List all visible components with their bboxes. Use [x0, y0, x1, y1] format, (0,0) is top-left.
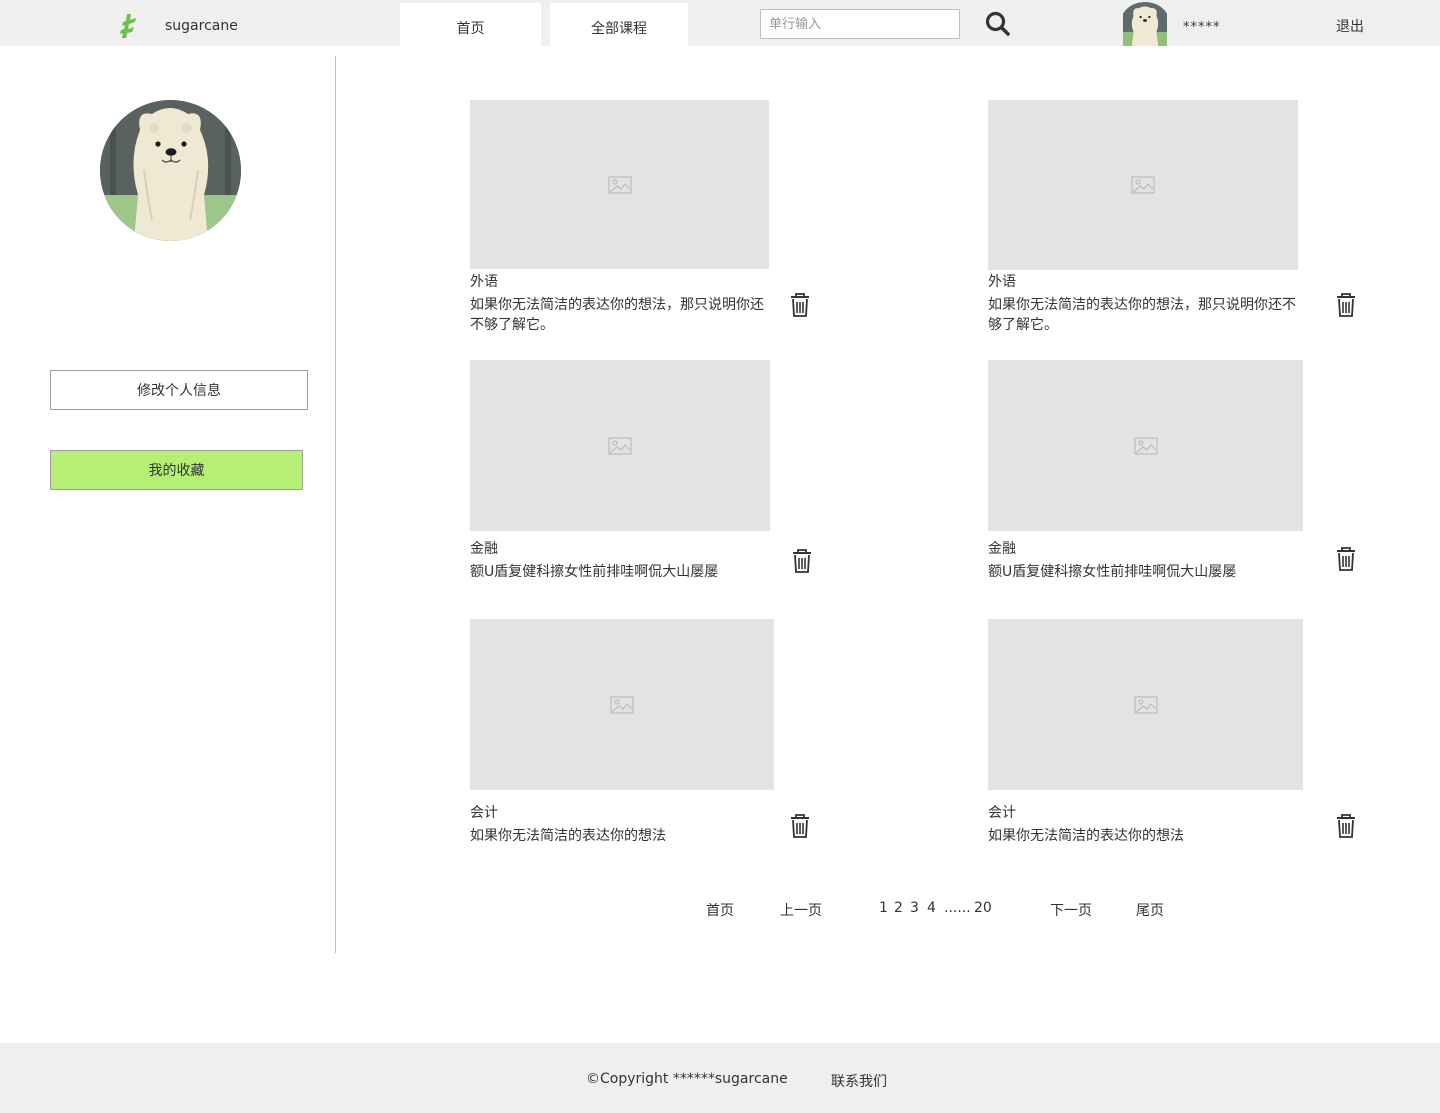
pagination-first[interactable]: 首页: [706, 900, 734, 920]
course-card-category: 外语: [988, 274, 1016, 290]
logo-icon[interactable]: [120, 14, 138, 38]
image-placeholder-icon: [1133, 436, 1158, 455]
trash-icon[interactable]: [1335, 814, 1357, 838]
tab-home-label: 首页: [456, 20, 485, 37]
tab-home[interactable]: 首页: [400, 3, 541, 46]
pagination-page-3[interactable]: 3: [910, 900, 919, 916]
tab-all-courses-label: 全部课程: [591, 20, 647, 37]
pagination-prev[interactable]: 上一页: [780, 900, 822, 920]
course-card-category: 外语: [470, 274, 498, 290]
trash-icon[interactable]: [791, 549, 813, 573]
course-card-description: 如果你无法简洁的表达你的想法: [988, 828, 1184, 844]
image-placeholder-icon: [607, 175, 632, 194]
tab-all-courses[interactable]: 全部课程: [550, 3, 688, 46]
my-favorites-label: 我的收藏: [148, 463, 205, 479]
course-card-category: 会计: [470, 805, 498, 821]
edit-profile-label: 修改个人信息: [137, 383, 221, 399]
footer: ©Copyright ******sugarcane 联系我们: [0, 1043, 1440, 1113]
sidebar-divider: [335, 56, 336, 953]
pagination-end[interactable]: 尾页: [1136, 900, 1164, 920]
logout-link[interactable]: 退出: [1336, 16, 1364, 36]
course-card-category: 金融: [988, 541, 1016, 557]
pagination-page-1[interactable]: 1: [879, 900, 888, 916]
top-nav-bar: sugarcane 首页 全部课程 ***** 退出: [0, 0, 1440, 46]
course-card-image[interactable]: [988, 100, 1298, 270]
username: *****: [1183, 20, 1221, 35]
image-placeholder-icon: [1131, 176, 1155, 194]
avatar: [100, 100, 241, 241]
image-placeholder-icon: [610, 695, 634, 714]
course-card-image[interactable]: [988, 360, 1303, 531]
course-card-description: 如果你无法简洁的表达你的想法，那只说明你还不够了解它。: [988, 297, 1296, 333]
pagination-next[interactable]: 下一页: [1050, 900, 1092, 920]
my-favorites-button[interactable]: 我的收藏: [50, 450, 303, 490]
contact-us-link[interactable]: 联系我们: [831, 1071, 887, 1091]
course-card-description: 如果你无法简洁的表达你的想法，那只说明你还不够了解它。: [470, 297, 764, 333]
user-avatar[interactable]: [1120, 2, 1170, 46]
course-card-image[interactable]: [470, 360, 770, 531]
pagination-page-2[interactable]: 2: [894, 900, 903, 916]
pagination-ellipsis: ......: [944, 900, 971, 916]
pagination-page-last[interactable]: 20: [974, 900, 992, 916]
course-card-description: 如果你无法简洁的表达你的想法: [470, 828, 666, 844]
course-card-category: 金融: [470, 541, 498, 557]
course-card-description: 额U盾复健科擦女性前排哇啊侃大山屡屡: [470, 564, 719, 580]
course-card-category: 会计: [988, 805, 1016, 821]
course-card-image[interactable]: [470, 619, 774, 790]
trash-icon[interactable]: [789, 814, 811, 838]
brand-name[interactable]: sugarcane: [165, 18, 238, 34]
search-icon[interactable]: [984, 10, 1012, 38]
profile-avatar: [100, 100, 241, 241]
trash-icon[interactable]: [1335, 293, 1357, 317]
trash-icon[interactable]: [789, 293, 811, 317]
search-input[interactable]: [760, 9, 960, 39]
trash-icon[interactable]: [1335, 547, 1357, 571]
image-placeholder-icon: [1133, 695, 1158, 714]
course-card-image[interactable]: [470, 100, 769, 269]
pagination-page-4[interactable]: 4: [927, 900, 936, 916]
copyright-text: ©Copyright ******sugarcane: [586, 1071, 788, 1087]
edit-profile-button[interactable]: 修改个人信息: [50, 370, 308, 410]
course-card-description: 额U盾复健科擦女性前排哇啊侃大山屡屡: [988, 564, 1237, 580]
course-card-image[interactable]: [988, 619, 1303, 790]
avatar: [1123, 2, 1167, 46]
image-placeholder-icon: [608, 436, 632, 455]
